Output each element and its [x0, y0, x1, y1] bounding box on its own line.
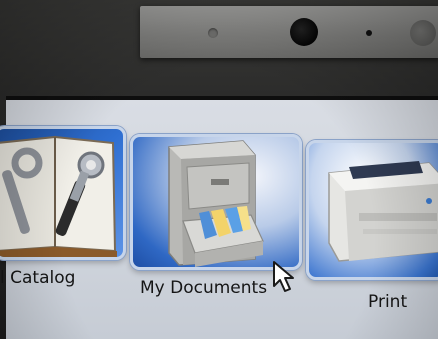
webcam-lens-icon — [290, 18, 318, 46]
tool-catalog-label[interactable]: l Catalog — [0, 268, 75, 288]
tool-catalog-tile[interactable] — [0, 126, 126, 260]
my-documents-label[interactable]: My Documents — [140, 278, 267, 298]
bezel-indicator-light — [366, 30, 372, 36]
device-bezel — [140, 6, 438, 58]
print-tile[interactable] — [306, 140, 438, 280]
file-cabinet-icon — [168, 140, 264, 267]
screen: l Catalog My Documents Print — [0, 96, 438, 339]
bezel-sensor-light — [208, 28, 218, 38]
bezel-speaker — [410, 20, 436, 46]
mouse-pointer-icon — [273, 261, 294, 292]
printer-icon — [328, 161, 438, 262]
photo: l Catalog My Documents Print — [0, 0, 438, 339]
my-documents-tile[interactable] — [130, 134, 302, 270]
print-label[interactable]: Print — [368, 292, 407, 312]
tools-icon — [0, 135, 117, 257]
